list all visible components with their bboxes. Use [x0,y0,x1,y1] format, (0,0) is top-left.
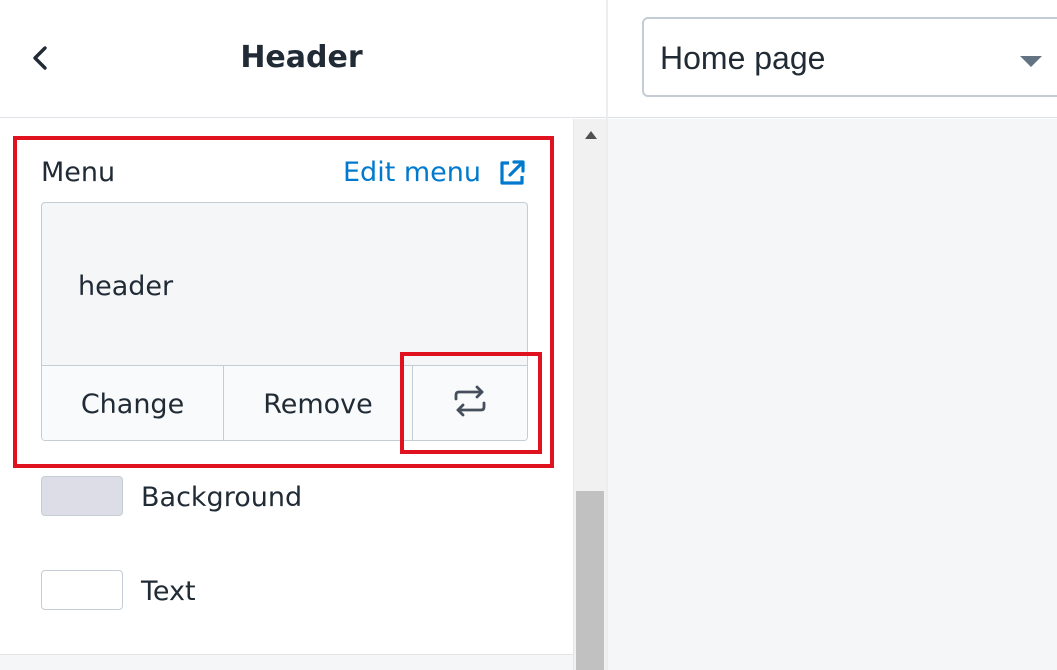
swap-arrows-icon [452,384,488,425]
edit-menu-link[interactable]: Edit menu [343,155,527,191]
menu-picker-card: header Change Remove [41,202,528,441]
theme-editor-sidebar: Header Menu Edit menu header Change Remo… [0,0,606,670]
swap-menu-button[interactable] [413,366,527,440]
menu-actions-bar: Change Remove [42,365,527,440]
sidebar-footer-divider [0,654,573,670]
preview-toolbar: Home page [608,0,1057,118]
sidebar-header: Header [0,0,606,118]
text-color-swatch[interactable] [41,570,123,610]
change-menu-button[interactable]: Change [42,366,224,440]
scrollbar-thumb[interactable] [576,491,604,670]
external-link-icon [497,158,527,188]
menu-label: Menu [41,157,116,188]
sidebar-scrollbar[interactable] [573,119,606,670]
selected-menu-name: header [78,271,174,302]
page-select-value: Home page [660,40,826,76]
store-preview [608,119,1057,670]
text-color-label: Text [141,576,196,607]
remove-menu-button[interactable]: Remove [224,366,413,440]
scroll-up-arrow-icon[interactable] [574,125,607,145]
caret-down-icon [1020,53,1042,67]
background-color-label: Background [141,482,303,513]
page-title: Header [240,40,363,75]
page-select[interactable]: Home page [642,17,1057,97]
background-color-swatch[interactable] [41,476,123,516]
edit-menu-label: Edit menu [343,157,482,188]
